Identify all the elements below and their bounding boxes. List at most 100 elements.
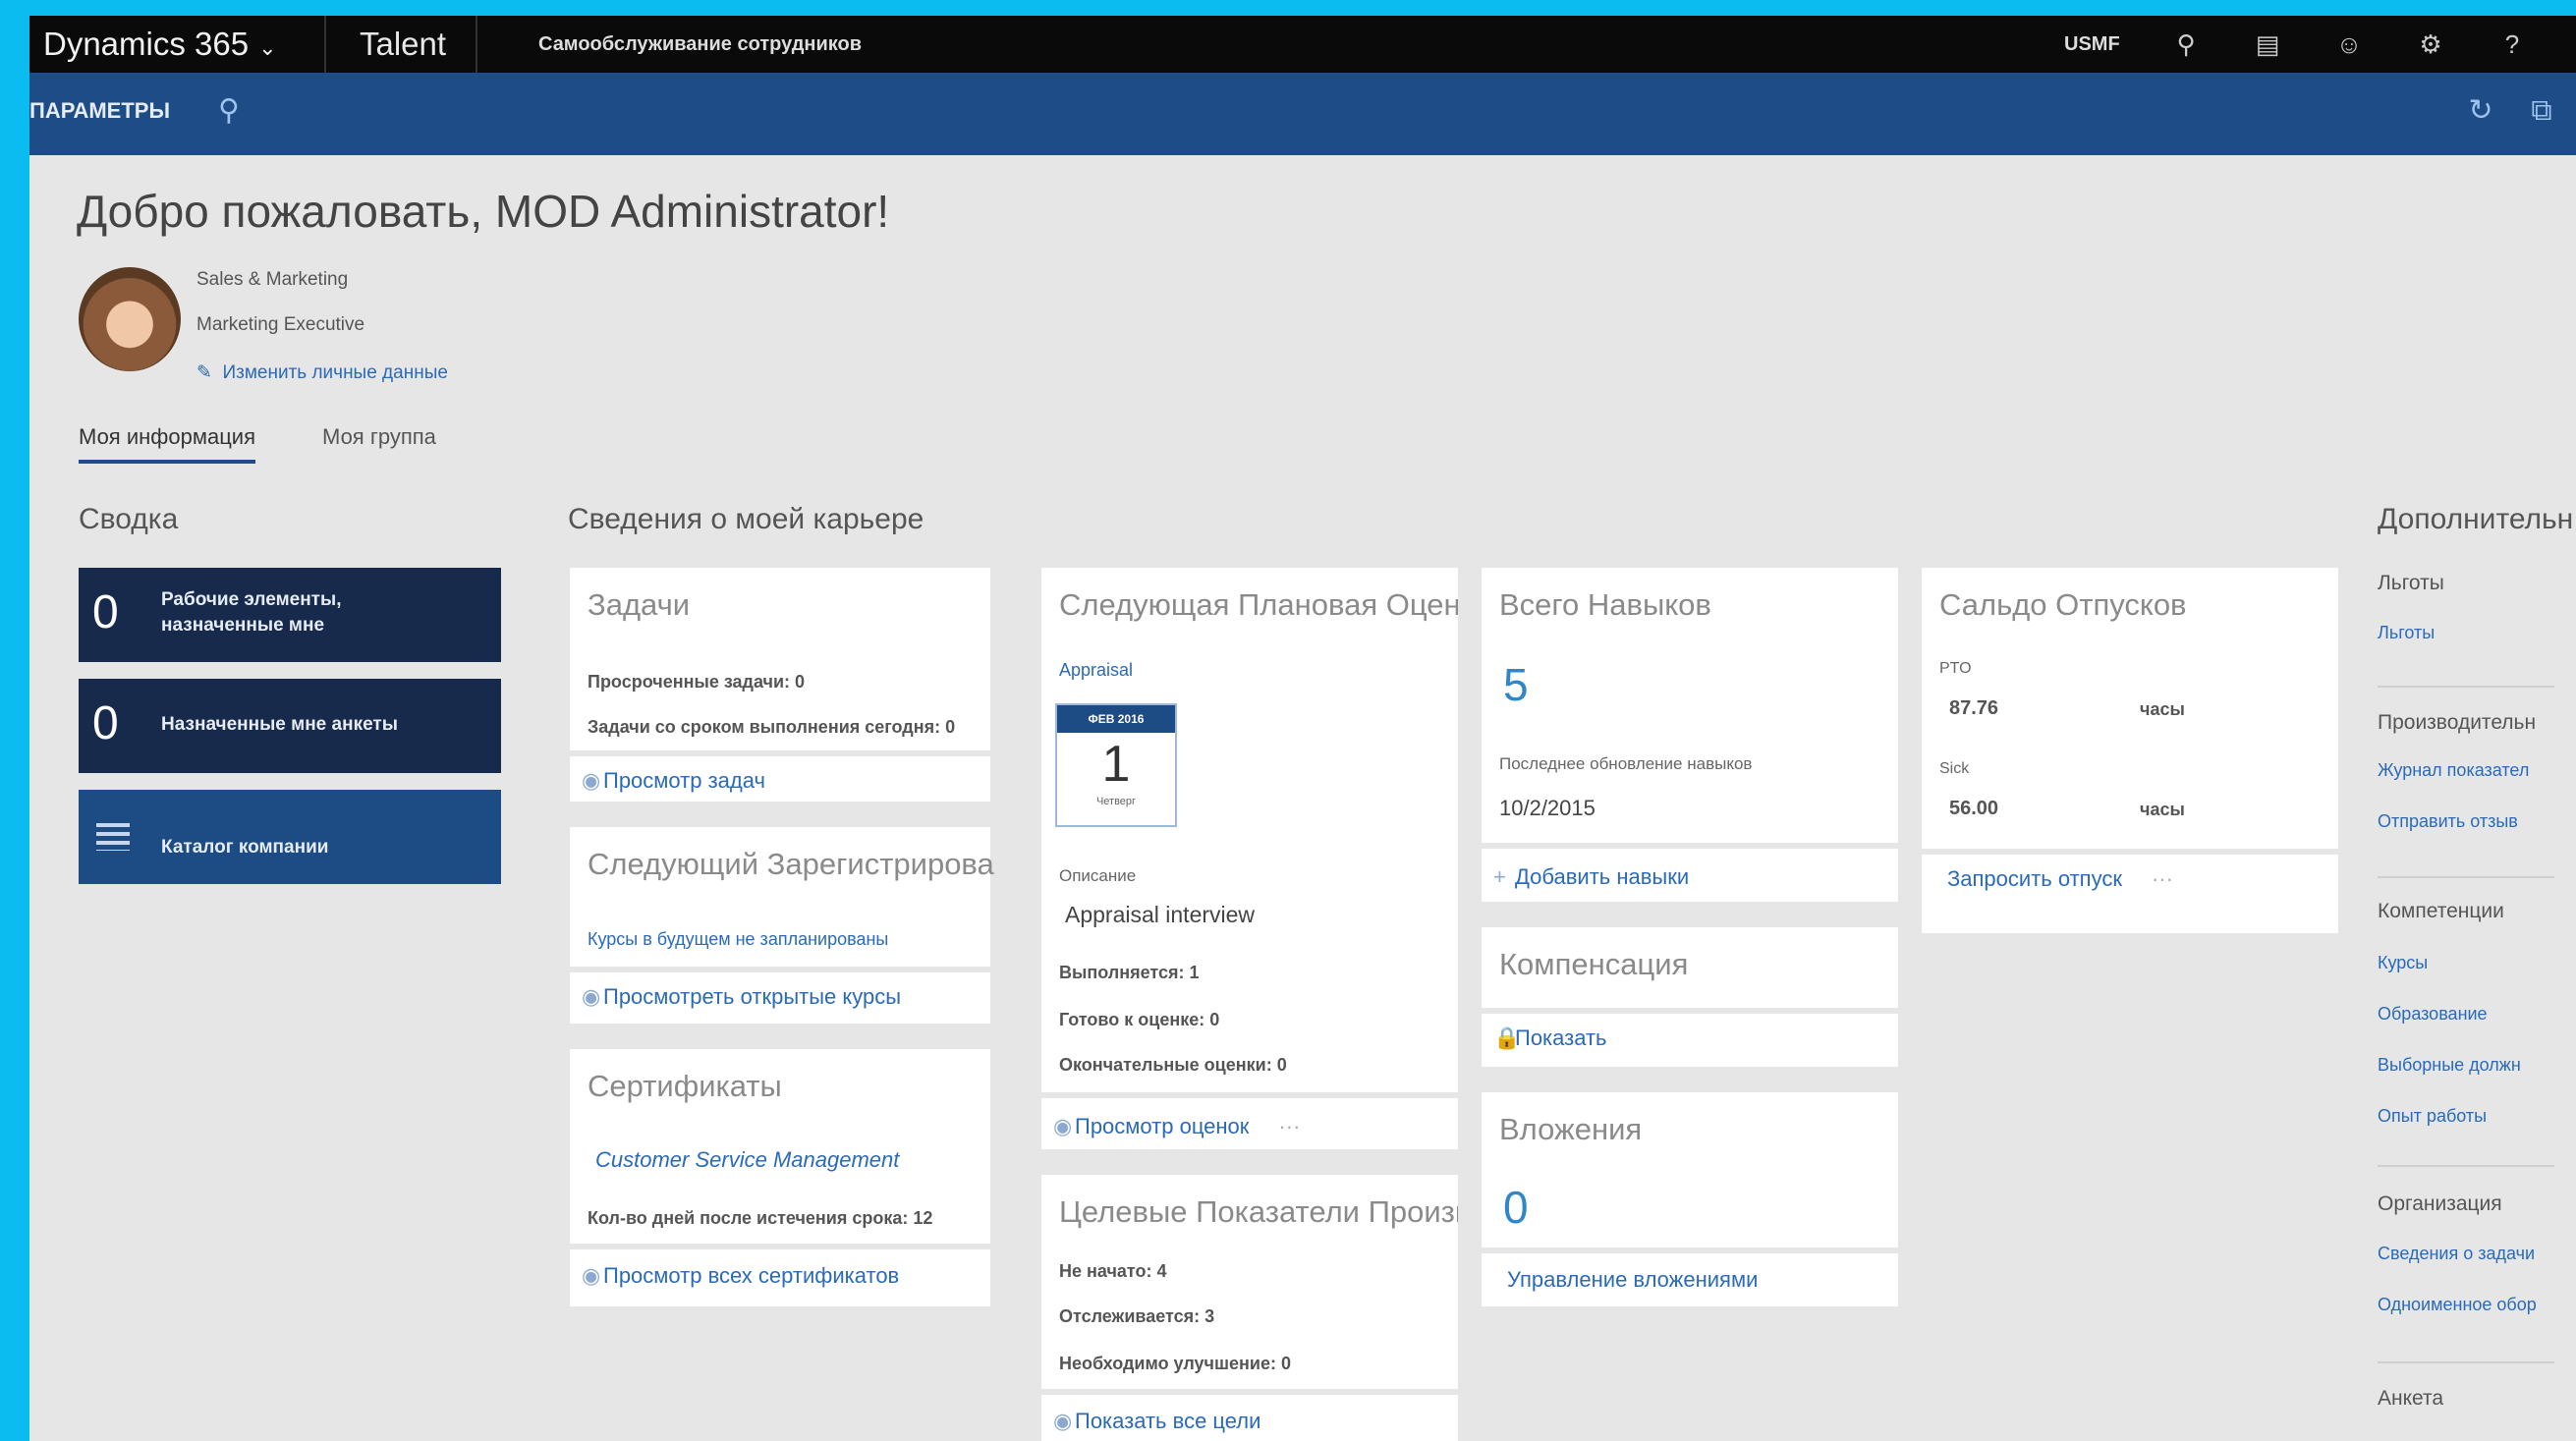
show-compensation-link[interactable]: 🔒Показать (1493, 1025, 1607, 1051)
goals-tracked: Отслеживается: 3 (1059, 1306, 1215, 1326)
link-job-details[interactable]: Сведения о задачи (2378, 1244, 2535, 1264)
view-reviews-link[interactable]: ◉ Просмотр оценок ··· (1053, 1114, 1300, 1139)
pto-label: PTO (1939, 660, 1972, 677)
group-divider (2378, 876, 2554, 878)
goals-needs-improvement: Необходимо улучшение: 0 (1059, 1354, 1291, 1373)
footer-label: Просмотреть открытые курсы (603, 984, 902, 1009)
footer-label: Запросить отпуск (1947, 866, 2122, 891)
pto-value: 87.76 (1949, 697, 1999, 719)
options-button[interactable]: ПАРАМЕТРЫ (29, 98, 170, 124)
footer-label: Просмотр всех сертификатов (603, 1263, 900, 1288)
position: Marketing Executive (196, 314, 365, 335)
card-divider (1922, 849, 2338, 855)
app-window: Dynamics 365 ⌄ Talent Самообслуживание со… (29, 16, 2576, 1441)
reviews-in-progress: Выполняется: 1 (1059, 963, 1200, 982)
overdue-tasks: Просроченные задачи: 0 (588, 672, 806, 692)
summary-title: Сводка (79, 503, 179, 535)
gear-icon[interactable]: ⚙ (2416, 29, 2445, 59)
footer-label: Показать (1515, 1025, 1607, 1050)
plus-icon: + (1493, 864, 1506, 889)
more-icon[interactable]: ··· (2152, 866, 2173, 891)
view-courses-link[interactable]: ◉ Просмотреть открытые курсы (582, 984, 901, 1010)
breadcrumb[interactable]: Самообслуживание сотрудников (538, 16, 862, 73)
tasks-due-today: Задачи со сроком выполнения сегодня: 0 (588, 717, 956, 737)
app-name: Dynamics 365 (43, 26, 250, 62)
description-label: Описание (1059, 866, 1137, 885)
no-courses-note[interactable]: Курсы в будущем не запланированы (588, 929, 888, 950)
questionnaires-tile[interactable]: 0 Назначенные мне анкеты (79, 679, 501, 773)
company-directory-tile[interactable]: Каталог компании (79, 790, 501, 884)
nav-divider (324, 16, 326, 73)
chevron-down-icon: ⌄ (258, 35, 277, 60)
edit-profile-link[interactable]: ✎ Изменить личные данные (196, 361, 448, 384)
card-divider (1482, 1247, 1898, 1253)
group-divider (2378, 1165, 2554, 1167)
sick-label: Sick (1939, 760, 1970, 777)
search-icon[interactable]: ⚲ (212, 94, 246, 128)
certificate-days: Кол-во дней после истечения срока: 12 (588, 1208, 933, 1228)
attachments-card: Вложения 0 Управление вложениями (1482, 1092, 1898, 1306)
action-bar: ПАРАМЕТРЫ ⚲ ↻ ⧉ (29, 73, 2576, 155)
certificate-item[interactable]: Customer Service Management (595, 1147, 899, 1173)
compensation-card: Компенсация 🔒Показать (1482, 927, 1898, 1067)
refresh-icon[interactable]: ↻ (2464, 94, 2497, 128)
link-positions[interactable]: Выборные должн (2378, 1055, 2521, 1076)
group-competencies-head: Компетенции (2378, 900, 2504, 922)
calendar-weekday: Четверг (1095, 796, 1137, 807)
link-performance-journal[interactable]: Журнал показател (2378, 760, 2529, 781)
avatar (79, 267, 181, 371)
leave-balance-card: Сальдо Отпусков PTO 87.76 часы Sick 56.0… (1922, 568, 2338, 933)
group-benefits-head: Льготы (2378, 572, 2444, 594)
link-equipment[interactable]: Одноименное обор (2378, 1295, 2537, 1315)
goals-card: Целевые Показатели Произв Не начато: 4 О… (1041, 1175, 1458, 1441)
link-education[interactable]: Образование (2378, 1004, 2488, 1025)
calendar-day: 1 (1101, 736, 1131, 793)
skills-count: 5 (1503, 659, 1529, 710)
edit-profile-label: Изменить личные данные (222, 362, 448, 383)
top-nav-bar: Dynamics 365 ⌄ Talent Самообслуживание со… (29, 16, 2576, 73)
card-title: Целевые Показатели Произв (1059, 1194, 1458, 1229)
next-course-card: Следующий Зарегистрирова Курсы в будущем… (570, 827, 994, 1024)
link-benefits[interactable]: Льготы (2378, 623, 2435, 643)
view-goals-link[interactable]: ◉ Показать все цели (1053, 1409, 1260, 1434)
manage-attachments-link[interactable]: Управление вложениями (1507, 1267, 1758, 1293)
lock-icon: 🔒 (1493, 1025, 1521, 1050)
view-tasks-link[interactable]: ◉ Просмотр задач (582, 768, 765, 794)
review-description: Appraisal interview (1065, 902, 1256, 927)
group-questionnaire-head: Анкета (2378, 1387, 2444, 1410)
next-review-card: Следующая Плановая Оценка Appraisal ФЕВ … (1041, 568, 1458, 1149)
work-items-tile[interactable]: 0 Рабочие элементы, назначенные мне (79, 568, 501, 662)
tile-label: Каталог компании (161, 837, 329, 858)
help-icon[interactable]: ? (2497, 29, 2527, 59)
group-performance-head: Производительн (2378, 711, 2537, 734)
attachments-count: 0 (1503, 1182, 1529, 1233)
link-send-feedback[interactable]: Отправить отзыв (2378, 811, 2518, 832)
link-work-experience[interactable]: Опыт работы (2378, 1106, 2487, 1127)
group-organization-head: Организация (2378, 1192, 2502, 1215)
card-divider (1482, 1008, 1898, 1014)
card-title: Вложения (1499, 1112, 1643, 1146)
link-courses[interactable]: Курсы (2378, 953, 2428, 973)
final-reviews: Окончательные оценки: 0 (1059, 1055, 1287, 1075)
department: Sales & Marketing (196, 269, 349, 290)
career-title: Сведения о моей карьере (568, 503, 924, 535)
card-divider (1041, 1389, 1458, 1395)
more-icon[interactable]: ··· (1278, 1114, 1300, 1138)
smiley-icon[interactable]: ☺ (2334, 29, 2364, 59)
module-name[interactable]: Talent (360, 16, 446, 73)
tab-my-info[interactable]: Моя информация (79, 424, 256, 464)
review-type[interactable]: Appraisal (1059, 660, 1133, 681)
view-certificates-link[interactable]: ◉ Просмотр всех сертификатов (582, 1263, 899, 1289)
footer-label: Добавить навыки (1515, 864, 1690, 889)
tab-my-team[interactable]: Моя группа (322, 424, 436, 460)
company-selector[interactable]: USMF (2064, 16, 2120, 73)
message-icon[interactable]: ▤ (2253, 29, 2282, 59)
app-switcher[interactable]: Dynamics 365 ⌄ (43, 16, 277, 73)
request-leave-link[interactable]: Запросить отпуск ··· (1947, 866, 2173, 892)
additional-title: Дополнительн (2378, 503, 2574, 535)
skills-card: Всего Навыков 5 Последнее обновление нав… (1482, 568, 1898, 902)
footer-label: Показать все цели (1075, 1409, 1261, 1433)
popout-icon[interactable]: ⧉ (2525, 94, 2558, 128)
search-icon[interactable]: ⚲ (2171, 29, 2201, 59)
add-skills-link[interactable]: + Добавить навыки (1493, 864, 1689, 890)
